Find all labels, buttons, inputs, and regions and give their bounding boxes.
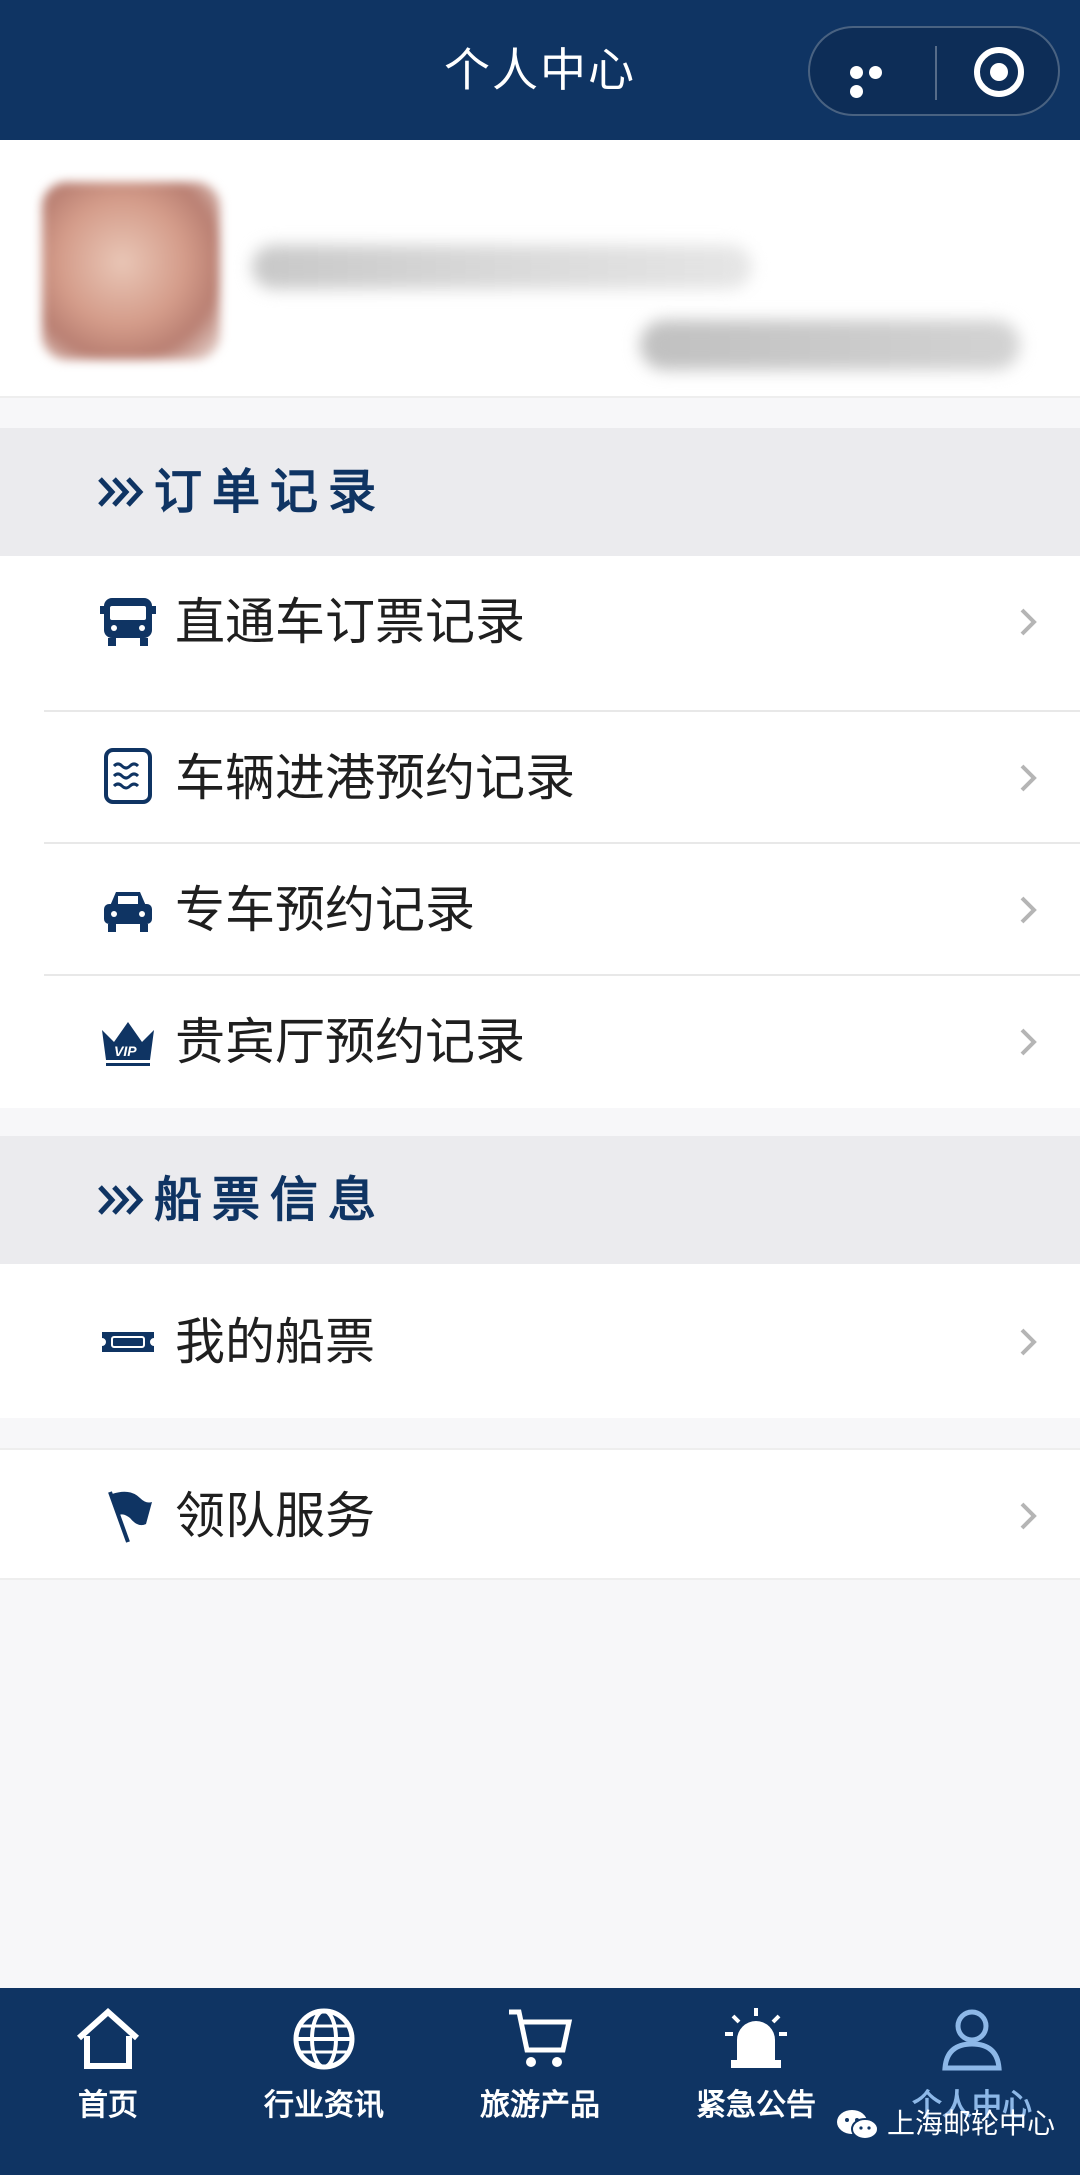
item-label: 直通车订票记录: [175, 593, 525, 651]
home-icon: [76, 2007, 140, 2069]
bus-icon: [100, 598, 156, 646]
double-chevron-icon: [98, 1185, 144, 1215]
profile-phone-blurred: [640, 320, 1020, 370]
tab-label: 紧急公告: [696, 2088, 816, 2123]
watermark-text: 上海邮轮中心: [887, 2107, 1056, 2140]
ticket-info-list: 我的船票: [0, 1264, 1080, 1418]
profile-card[interactable]: [0, 140, 1080, 398]
item-label: 贵宾厅预约记录: [175, 1013, 525, 1071]
waves-card-icon: [104, 748, 152, 804]
list-item-vehicle-port[interactable]: 车辆进港预约记录: [0, 712, 1080, 842]
list-item-private-car[interactable]: 专车预约记录: [0, 844, 1080, 976]
car-icon: [104, 892, 152, 932]
chevron-right-icon: [1020, 1028, 1037, 1056]
capsule-divider: [935, 46, 937, 100]
chevron-right-icon: [1020, 608, 1037, 636]
chevron-right-icon: [1020, 1328, 1037, 1356]
close-target-icon[interactable]: [974, 47, 1024, 97]
section-header-ticket-info: 船票信息: [0, 1136, 1080, 1264]
list-item-bus-booking[interactable]: 直通车订票记录: [0, 556, 1080, 688]
section-title: 船票信息: [154, 1172, 387, 1228]
item-label: 车辆进港预约记录: [175, 749, 575, 807]
double-chevron-icon: [98, 477, 144, 507]
mini-program-capsule: [808, 26, 1060, 116]
tab-emergency-notice[interactable]: 紧急公告: [648, 1988, 864, 2175]
more-dots-icon[interactable]: [850, 64, 906, 98]
chevron-right-icon: [1020, 896, 1037, 924]
top-nav-bar: 个人中心: [0, 0, 1080, 140]
item-label: 我的船票: [175, 1313, 375, 1371]
chevron-right-icon: [1020, 1502, 1037, 1530]
bottom-tab-bar: 首页 行业资讯 旅游产品 紧急公告 个人中心: [0, 1988, 1080, 2175]
tab-industry-news[interactable]: 行业资讯: [216, 1988, 432, 2175]
tab-label: 首页: [78, 2088, 138, 2123]
alarm-icon: [725, 2008, 787, 2068]
team-leader-list: 领队服务: [0, 1448, 1080, 1580]
section-title: 订单记录: [154, 464, 387, 520]
list-item-my-tickets[interactable]: 我的船票: [0, 1276, 1080, 1408]
tab-home[interactable]: 首页: [0, 1988, 216, 2175]
list-item-vip-lounge[interactable]: VIP 贵宾厅预约记录: [0, 976, 1080, 1108]
avatar: [42, 182, 220, 360]
svg-text:VIP: VIP: [114, 1043, 137, 1059]
vip-crown-icon: VIP: [102, 1022, 154, 1066]
tab-label: 旅游产品: [480, 2088, 600, 2123]
section-header-order-records: 订单记录: [0, 428, 1080, 556]
tab-label: 行业资讯: [264, 2088, 384, 2123]
globe-icon: [293, 2008, 355, 2070]
item-label: 专车预约记录: [175, 881, 475, 939]
profile-name-blurred: [252, 245, 752, 289]
order-records-list: 直通车订票记录 车辆进港预约记录 专车预约记录 VIP 贵宾厅预约记录: [0, 556, 1080, 1108]
chevron-right-icon: [1020, 764, 1037, 792]
item-label: 领队服务: [175, 1487, 375, 1545]
flag-icon: [108, 1491, 152, 1543]
user-icon: [942, 2009, 1002, 2071]
list-item-team-leader[interactable]: 领队服务: [0, 1450, 1080, 1580]
cart-icon: [509, 2009, 573, 2067]
tab-travel-products[interactable]: 旅游产品: [432, 1988, 648, 2175]
ticket-icon: [102, 1332, 154, 1352]
wechat-icon: [837, 2110, 879, 2140]
watermark: 上海邮轮中心: [835, 2102, 1055, 2146]
tab-personal-center[interactable]: 个人中心: [864, 1988, 1080, 2175]
